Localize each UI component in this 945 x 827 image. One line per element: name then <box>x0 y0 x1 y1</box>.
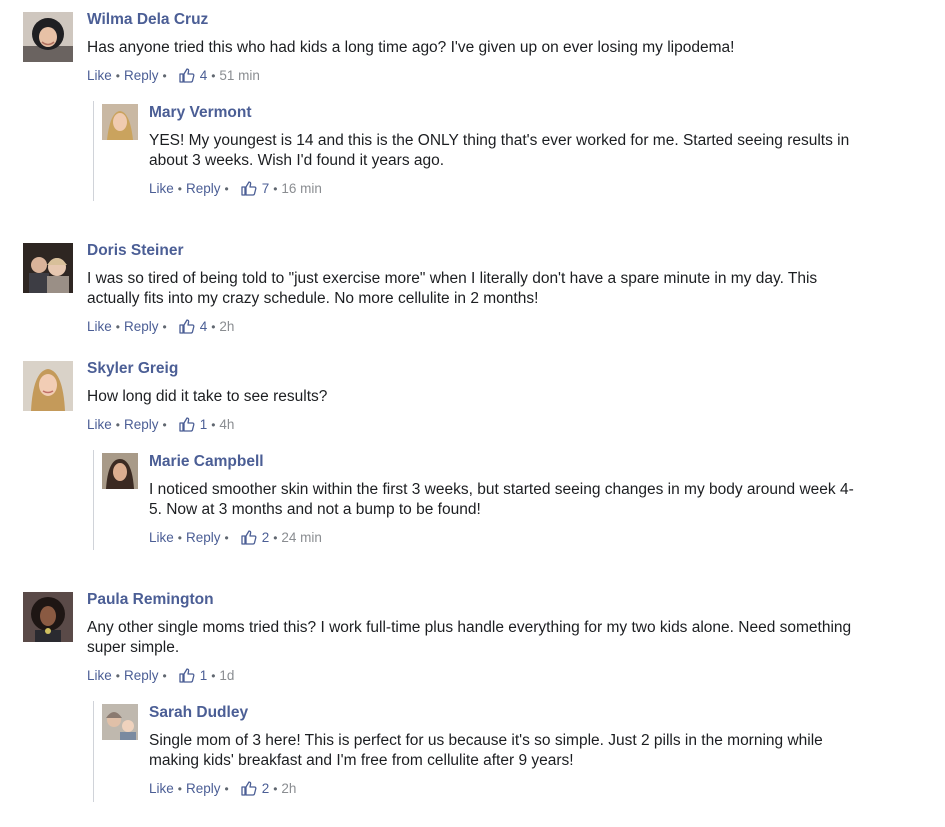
like-link[interactable]: Like <box>149 530 174 545</box>
reply-link[interactable]: Reply <box>124 68 159 83</box>
thumbs-up-icon <box>241 181 257 196</box>
separator-dot: • <box>224 530 229 545</box>
thumbs-up-icon <box>241 530 257 545</box>
separator-dot: • <box>115 319 120 334</box>
separator-dot: • <box>162 319 167 334</box>
avatar[interactable] <box>102 104 138 140</box>
like-count: 4 <box>199 68 208 83</box>
avatar[interactable] <box>102 704 138 740</box>
separator-dot: • <box>162 668 167 683</box>
comment-text: I noticed smoother skin within the first… <box>149 481 854 518</box>
thumbs-up-icon <box>179 668 195 683</box>
separator-dot: • <box>273 781 278 796</box>
reply-link[interactable]: Reply <box>124 319 159 334</box>
reply-link[interactable]: Reply <box>186 530 221 545</box>
separator-dot: • <box>211 319 216 334</box>
separator-dot: • <box>273 181 278 196</box>
separator-dot: • <box>211 417 216 432</box>
separator-dot: • <box>115 417 120 432</box>
avatar[interactable] <box>23 12 73 62</box>
separator-dot: • <box>177 530 182 545</box>
timestamp: 2h <box>281 781 297 796</box>
commenter-name[interactable]: Marie Campbell <box>149 453 264 471</box>
separator-dot: • <box>115 68 120 83</box>
thumbs-up-icon <box>179 319 195 334</box>
timestamp: 1d <box>219 668 235 683</box>
timestamp: 4h <box>219 417 235 432</box>
avatar[interactable] <box>102 453 138 489</box>
commenter-name[interactable]: Paula Remington <box>87 591 214 609</box>
comment-text: YES! My youngest is 14 and this is the O… <box>149 132 850 169</box>
like-count: 2 <box>261 781 270 796</box>
reply-link[interactable]: Reply <box>124 668 159 683</box>
separator-dot: • <box>162 417 167 432</box>
like-link[interactable]: Like <box>87 319 112 334</box>
separator-dot: • <box>211 668 216 683</box>
thumbs-up-icon <box>241 781 257 796</box>
like-link[interactable]: Like <box>87 417 112 432</box>
comment-text: Single mom of 3 here! This is perfect fo… <box>149 732 823 769</box>
like-count: 1 <box>199 417 208 432</box>
avatar[interactable] <box>23 361 73 411</box>
separator-dot: • <box>211 68 216 83</box>
like-count: 7 <box>261 181 270 196</box>
comment-text: I was so tired of being told to "just ex… <box>87 270 818 307</box>
comment-actions: Like • Reply • 2 • 24 min <box>149 530 322 545</box>
like-link[interactable]: Like <box>149 781 174 796</box>
reply-thread-line <box>93 701 94 802</box>
separator-dot: • <box>177 181 182 196</box>
separator-dot: • <box>162 68 167 83</box>
comment-actions: Like • Reply • 7 • 16 min <box>149 181 322 196</box>
reply-link[interactable]: Reply <box>124 417 159 432</box>
commenter-name[interactable]: Wilma Dela Cruz <box>87 11 208 29</box>
like-count: 2 <box>261 530 270 545</box>
comment-text: How long did it take to see results? <box>87 388 328 405</box>
separator-dot: • <box>177 781 182 796</box>
like-link[interactable]: Like <box>149 181 174 196</box>
separator-dot: • <box>224 781 229 796</box>
thumbs-up-icon <box>179 417 195 432</box>
commenter-name[interactable]: Sarah Dudley <box>149 704 248 722</box>
comment-actions: Like • Reply • 1 • 1d <box>87 668 234 683</box>
timestamp: 2h <box>219 319 235 334</box>
reply-thread-line <box>93 101 94 201</box>
reply-link[interactable]: Reply <box>186 781 221 796</box>
separator-dot: • <box>224 181 229 196</box>
thumbs-up-icon <box>179 68 195 83</box>
avatar[interactable] <box>23 243 73 293</box>
reply-link[interactable]: Reply <box>186 181 221 196</box>
avatar[interactable] <box>23 592 73 642</box>
commenter-name[interactable]: Doris Steiner <box>87 242 183 260</box>
like-count: 4 <box>199 319 208 334</box>
comment-text: Has anyone tried this who had kids a lon… <box>87 39 735 56</box>
comment-text: Any other single moms tried this? I work… <box>87 619 852 656</box>
like-count: 1 <box>199 668 208 683</box>
like-link[interactable]: Like <box>87 68 112 83</box>
comment-actions: Like • Reply • 1 • 4h <box>87 417 234 432</box>
comment-actions: Like • Reply • 2 • 2h <box>149 781 296 796</box>
timestamp: 16 min <box>281 181 322 196</box>
timestamp: 51 min <box>219 68 260 83</box>
commenter-name[interactable]: Skyler Greig <box>87 360 178 378</box>
comment-actions: Like • Reply • 4 • 2h <box>87 319 234 334</box>
separator-dot: • <box>115 668 120 683</box>
commenter-name[interactable]: Mary Vermont <box>149 104 252 122</box>
reply-thread-line <box>93 450 94 550</box>
timestamp: 24 min <box>281 530 322 545</box>
like-link[interactable]: Like <box>87 668 112 683</box>
separator-dot: • <box>273 530 278 545</box>
comment-actions: Like • Reply • 4 • 51 min <box>87 68 260 83</box>
